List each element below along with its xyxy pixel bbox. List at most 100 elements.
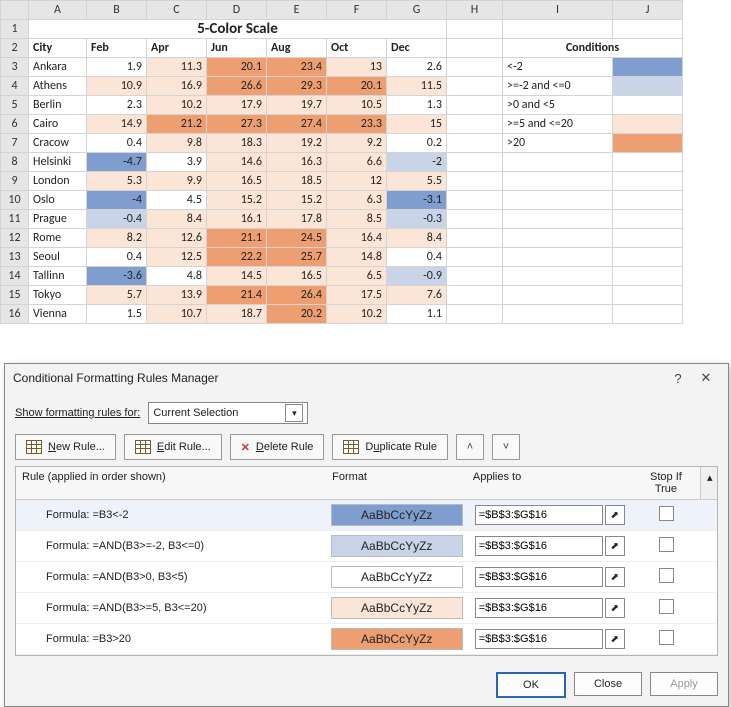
value-cell[interactable]: 21.1 — [207, 229, 267, 248]
row-header[interactable]: 16 — [1, 305, 29, 324]
value-cell[interactable]: 6.5 — [327, 267, 387, 286]
value-cell[interactable]: 13.9 — [147, 286, 207, 305]
value-cell[interactable]: 23.4 — [267, 58, 327, 77]
move-up-button[interactable]: ˄ — [456, 434, 484, 460]
city-cell[interactable]: Cairo — [29, 115, 87, 134]
row-header[interactable]: 5 — [1, 96, 29, 115]
range-picker-icon[interactable]: ⬈ — [605, 505, 625, 525]
value-cell[interactable]: 8.4 — [387, 229, 447, 248]
value-cell[interactable]: -0.4 — [87, 210, 147, 229]
condition-label[interactable]: >0 and <5 — [503, 96, 613, 115]
show-rules-for-combo[interactable]: Current Selection ▾ — [148, 402, 308, 424]
condition-swatch[interactable] — [613, 134, 683, 153]
value-cell[interactable]: -2 — [387, 153, 447, 172]
city-cell[interactable]: Cracow — [29, 134, 87, 153]
value-cell[interactable]: 5.3 — [87, 172, 147, 191]
condition-label[interactable]: >=5 and <=20 — [503, 115, 613, 134]
applies-to-input[interactable] — [475, 598, 603, 618]
cell[interactable] — [447, 248, 503, 267]
conditions-header[interactable]: Conditions — [503, 39, 683, 58]
value-cell[interactable]: 22.2 — [207, 248, 267, 267]
cell[interactable] — [503, 210, 613, 229]
value-cell[interactable]: 10.2 — [327, 305, 387, 324]
value-cell[interactable]: 15 — [387, 115, 447, 134]
col-header[interactable]: B — [87, 1, 147, 20]
value-cell[interactable]: 15.2 — [267, 191, 327, 210]
select-all-corner[interactable] — [1, 1, 29, 20]
cell[interactable] — [447, 229, 503, 248]
value-cell[interactable]: 20.1 — [327, 77, 387, 96]
value-cell[interactable]: 9.2 — [327, 134, 387, 153]
value-cell[interactable]: 16.5 — [267, 267, 327, 286]
value-cell[interactable]: 1.9 — [87, 58, 147, 77]
col-header[interactable]: H — [447, 1, 503, 20]
value-cell[interactable]: 9.8 — [147, 134, 207, 153]
row-header[interactable]: 10 — [1, 191, 29, 210]
apply-button[interactable]: Apply — [650, 672, 718, 696]
condition-label[interactable]: >20 — [503, 134, 613, 153]
value-cell[interactable]: 16.4 — [327, 229, 387, 248]
rule-row[interactable]: Formula: =B3<-2AaBbCcYyZz⬈ — [16, 500, 717, 531]
value-cell[interactable]: 11.5 — [387, 77, 447, 96]
cell[interactable] — [447, 191, 503, 210]
col-header[interactable]: J — [613, 1, 683, 20]
city-cell[interactable]: Berlin — [29, 96, 87, 115]
value-cell[interactable]: 17.8 — [267, 210, 327, 229]
cell[interactable] — [503, 172, 613, 191]
cell[interactable] — [613, 153, 683, 172]
rule-row[interactable]: Formula: =AND(B3>=5, B3<=20)AaBbCcYyZz⬈ — [16, 593, 717, 624]
value-cell[interactable]: 29.3 — [267, 77, 327, 96]
value-cell[interactable]: 5.5 — [387, 172, 447, 191]
stop-if-true-checkbox[interactable] — [659, 599, 674, 614]
applies-to-input[interactable] — [475, 536, 603, 556]
value-cell[interactable]: 14.8 — [327, 248, 387, 267]
city-cell[interactable]: Athens — [29, 77, 87, 96]
col-header[interactable]: D — [207, 1, 267, 20]
row-header[interactable]: 14 — [1, 267, 29, 286]
cell[interactable] — [447, 20, 503, 39]
value-cell[interactable]: 19.7 — [267, 96, 327, 115]
value-cell[interactable]: 6.3 — [327, 191, 387, 210]
cell[interactable] — [613, 248, 683, 267]
cell[interactable] — [503, 248, 613, 267]
value-cell[interactable]: 1.1 — [387, 305, 447, 324]
new-rule-button[interactable]: New Rule... — [15, 434, 116, 460]
value-cell[interactable]: 14.5 — [207, 267, 267, 286]
row-header[interactable]: 6 — [1, 115, 29, 134]
rule-row[interactable]: Formula: =B3>20AaBbCcYyZz⬈ — [16, 624, 717, 655]
cell[interactable] — [447, 172, 503, 191]
row-header[interactable]: 7 — [1, 134, 29, 153]
cell[interactable] — [447, 267, 503, 286]
value-cell[interactable]: 2.3 — [87, 96, 147, 115]
value-cell[interactable]: 14.9 — [87, 115, 147, 134]
col-header[interactable]: E — [267, 1, 327, 20]
cell[interactable] — [503, 305, 613, 324]
cell[interactable] — [447, 115, 503, 134]
delete-rule-button[interactable]: ✕Delete Rule — [230, 434, 325, 460]
stop-if-true-checkbox[interactable] — [659, 568, 674, 583]
cell[interactable] — [447, 153, 503, 172]
header-dec[interactable]: Dec — [387, 39, 447, 58]
city-cell[interactable]: Oslo — [29, 191, 87, 210]
cell[interactable] — [447, 305, 503, 324]
city-cell[interactable]: Prague — [29, 210, 87, 229]
cell[interactable] — [613, 267, 683, 286]
value-cell[interactable]: 18.3 — [207, 134, 267, 153]
value-cell[interactable]: 16.9 — [147, 77, 207, 96]
row-header[interactable]: 1 — [1, 20, 29, 39]
value-cell[interactable]: -3.1 — [387, 191, 447, 210]
value-cell[interactable]: 9.9 — [147, 172, 207, 191]
cell[interactable] — [503, 20, 613, 39]
value-cell[interactable]: 27.4 — [267, 115, 327, 134]
col-header[interactable]: A — [29, 1, 87, 20]
condition-swatch[interactable] — [613, 115, 683, 134]
city-cell[interactable]: Tallinn — [29, 267, 87, 286]
move-down-button[interactable]: ˅ — [492, 434, 520, 460]
value-cell[interactable]: 8.2 — [87, 229, 147, 248]
applies-to-input[interactable] — [475, 629, 603, 649]
stop-if-true-checkbox[interactable] — [659, 537, 674, 552]
condition-label[interactable]: >=-2 and <=0 — [503, 77, 613, 96]
value-cell[interactable]: 12 — [327, 172, 387, 191]
value-cell[interactable]: -4 — [87, 191, 147, 210]
cell[interactable] — [613, 191, 683, 210]
